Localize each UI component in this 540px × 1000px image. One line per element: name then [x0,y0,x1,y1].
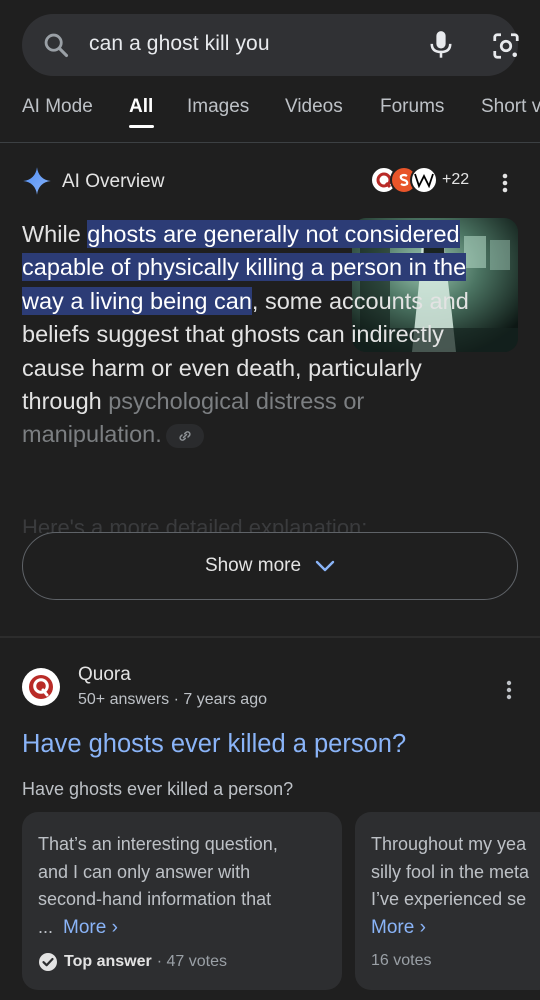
kebab-icon[interactable] [498,170,512,196]
ai-overview-text: While ghosts are generally not considere… [22,220,469,449]
kebab-icon[interactable] [502,678,516,702]
top-answer-badge: Top answer [64,953,152,970]
quora-icon [29,675,53,699]
show-more-button[interactable]: Show more [22,532,518,600]
quora-favicon[interactable] [22,668,60,706]
source-count[interactable]: +22 [442,171,469,189]
ai-overview-title: AI Overview [62,171,165,192]
source-icons[interactable] [370,166,450,196]
result-site-name[interactable]: Quora [78,664,131,686]
answer-line: second-hand information that [38,889,272,909]
answer-line: Throughout my yea [371,834,527,854]
tab-all[interactable]: All [129,96,153,118]
chevron-down-icon [315,560,335,572]
tab-short-videos[interactable]: Short v [481,96,540,118]
more-link[interactable]: More › [63,917,118,938]
answer-footer: Top answer · 47 votes [38,952,227,972]
answer-card[interactable]: That’s an interesting question, and I ca… [22,812,342,990]
answer-line: I’ve experienced se [371,889,527,909]
ai-sparkle-icon [23,167,51,195]
more-link[interactable]: More › [371,917,426,938]
answer-footer: 16 votes [371,952,431,970]
tab-images[interactable]: Images [187,96,249,118]
faded-next-line: Here's a more detailed explanation: [22,515,368,533]
w-icon [410,166,438,194]
divider [0,142,540,143]
result-meta: 50+ answers · 7 years ago [78,691,267,708]
tab-forums[interactable]: Forums [380,96,444,118]
search-tabs: AI Mode All Images Videos Forums Short v [0,88,540,140]
show-more-label: Show more [204,555,302,576]
mic-icon[interactable] [427,30,455,60]
result-title-link[interactable]: Have ghosts ever killed a person? [22,730,406,759]
active-tab-indicator [129,125,154,128]
tab-videos[interactable]: Videos [285,96,343,118]
link-icon [179,431,191,442]
search-bar[interactable]: can a ghost kill you [22,14,521,76]
answer-line: silly fool in the meta [371,861,530,882]
citation-link[interactable] [165,424,204,449]
lens-icon[interactable] [491,31,521,61]
tab-ai-mode[interactable]: AI Mode [22,96,93,118]
answer-card[interactable]: Throughout my yea silly fool in the meta… [355,812,540,990]
vote-count: 16 votes [371,952,432,969]
search-query[interactable]: can a ghost kill you [89,32,270,56]
section-divider [0,636,540,638]
answer-line: and I can only answer with [38,861,251,882]
answer-line: That’s an interesting question, [38,834,278,854]
result-snippet: Have ghosts ever killed a person? [22,779,294,799]
vote-count: · 47 votes [156,953,227,970]
check-circle-icon [39,953,57,971]
search-icon [44,33,69,58]
